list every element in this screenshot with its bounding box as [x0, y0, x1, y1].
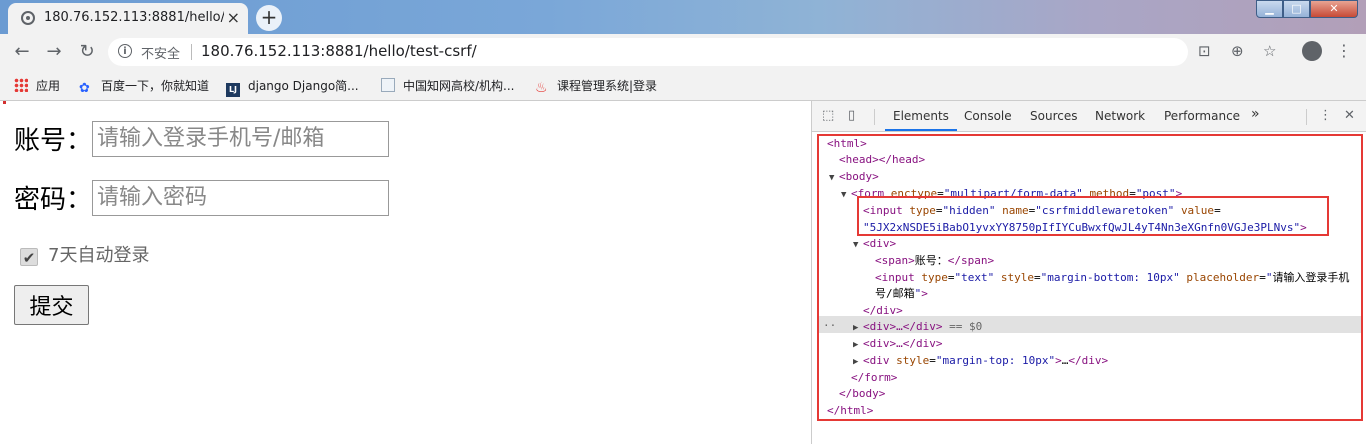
bookmark-django[interactable]: LJ django Django简...	[226, 77, 359, 97]
profile-avatar-icon[interactable]	[1302, 41, 1322, 61]
browser-tab[interactable]: 180.76.152.113:8881/hello/test-csrf/ ×	[8, 3, 248, 34]
node-menu-dots[interactable]: ··	[823, 318, 836, 335]
minimize-icon[interactable]: ▁	[1256, 0, 1283, 18]
browser-menu-icon[interactable]: ⋮	[1336, 41, 1352, 60]
back-arrow-icon[interactable]: ←	[10, 40, 34, 64]
collapsed-triangle-icon[interactable]: ▶	[853, 354, 863, 371]
reload-icon[interactable]: ↻	[75, 40, 99, 64]
password-row: 密码：	[14, 179, 390, 216]
devtools-toolbar: ⬚ ▯ Elements Console Sources Network Per…	[812, 101, 1366, 132]
page-icon	[381, 78, 395, 92]
bookmark-baidu[interactable]: ✿ 百度一下，你就知道	[79, 77, 209, 96]
expand-triangle-icon[interactable]: ▼	[853, 237, 863, 254]
dom-node-div-close[interactable]: </div>	[863, 303, 903, 320]
bookmark-apps[interactable]: 应用	[14, 77, 60, 94]
tab-performance[interactable]: Performance	[1164, 109, 1240, 123]
remember-checkbox[interactable]: ✔	[20, 248, 38, 267]
bookmark-label: 中国知网高校/机构...	[403, 79, 515, 93]
bookmarks-bar: 应用 ✿ 百度一下，你就知道 LJ django Django简... 中国知网高校…	[0, 70, 1366, 101]
devtools-menu-icon[interactable]: ⋮	[1319, 108, 1332, 123]
tab-console[interactable]: Console	[964, 109, 1012, 123]
close-window-icon[interactable]: ✕	[1310, 0, 1358, 18]
bookmark-star-icon[interactable]: ☆	[1263, 42, 1276, 60]
info-icon[interactable]: i	[118, 44, 132, 58]
url-text[interactable]: 180.76.152.113:8881/hello/test-csrf/	[201, 42, 477, 60]
divider	[191, 44, 192, 60]
dom-node-body[interactable]: ▼ <body>	[829, 169, 879, 187]
window-controls: ▁ □ ✕	[1256, 0, 1358, 20]
dom-node-div-styled[interactable]: ▶ <div style="margin-top: 10px">…</div>	[853, 353, 1108, 371]
tab-network[interactable]: Network	[1095, 109, 1145, 123]
dom-node-span[interactable]: <span>账号：</span>	[875, 253, 994, 270]
security-status[interactable]: 不安全	[141, 43, 180, 62]
submit-button[interactable]: 提交	[14, 285, 89, 325]
dom-node-div-collapsed[interactable]: ▶ <div>…</div>	[853, 336, 942, 354]
dom-node-div[interactable]: ▼ <div>	[853, 236, 896, 254]
new-tab-button[interactable]: +	[256, 5, 282, 31]
device-toolbar-icon[interactable]: ▯	[848, 108, 855, 123]
password-input[interactable]	[92, 179, 390, 216]
tab-sources[interactable]: Sources	[1030, 109, 1077, 123]
csrf-token-highlight-box	[857, 196, 1329, 236]
tab-title: 180.76.152.113:8881/hello/test-csrf/	[44, 10, 224, 25]
bookmark-label: 应用	[36, 79, 61, 93]
account-label: 账号：	[14, 126, 93, 156]
bookmark-course-system[interactable]: ♨ 课程管理系统|登录	[535, 77, 657, 95]
collapsed-triangle-icon[interactable]: ▶	[853, 337, 863, 354]
more-tabs-icon[interactable]: »	[1251, 106, 1260, 122]
account-input[interactable]	[92, 120, 390, 157]
dom-node-text-input[interactable]: <input type="text" style="margin-bottom:…	[875, 270, 1349, 287]
remember-row: ✔ 7天自动登录	[20, 241, 149, 267]
placeholder-continuation[interactable]: 号/邮箱">	[875, 286, 928, 303]
baidu-paw-icon: ✿	[79, 81, 90, 96]
remember-label: 7天自动登录	[48, 245, 150, 266]
devtools-close-icon[interactable]: ✕	[1344, 108, 1355, 123]
maximize-icon[interactable]: □	[1283, 0, 1310, 18]
account-row: 账号：	[14, 120, 390, 157]
dom-node-div-selected[interactable]: ▶ <div>…</div> == $0	[853, 319, 982, 337]
devtools-panel: ⬚ ▯ Elements Console Sources Network Per…	[811, 101, 1366, 444]
dom-tree: ·· <html> <head></head> ▼ <body> ▼ <form e…	[817, 134, 1363, 421]
dom-node-html-close[interactable]: </html>	[827, 403, 873, 420]
dom-node-head[interactable]: <head></head>	[839, 152, 925, 169]
tab-close-button[interactable]: ×	[227, 8, 240, 28]
browser-toolbar: ← → ↻ i 不安全 180.76.152.113:8881/hello/te…	[0, 34, 1366, 70]
forward-arrow-icon[interactable]: →	[42, 40, 66, 64]
collapsed-triangle-icon[interactable]: ▶	[853, 320, 863, 337]
bookmark-label: 百度一下，你就知道	[101, 79, 210, 93]
flame-icon: ♨	[535, 80, 548, 96]
dom-node-body-close[interactable]: </body>	[839, 386, 885, 403]
divider	[874, 109, 875, 125]
zoom-icon[interactable]: ⊕	[1231, 42, 1244, 60]
translate-icon[interactable]: ⊡	[1198, 42, 1211, 60]
dom-node-form-close[interactable]: </form>	[851, 370, 897, 387]
page-content: 账号： 密码： ✔ 7天自动登录 提交	[0, 101, 811, 444]
globe-icon	[21, 11, 35, 25]
page-marker	[3, 101, 6, 104]
lj-logo-icon: LJ	[226, 83, 240, 97]
bookmark-label: django Django简...	[248, 79, 359, 93]
expand-triangle-icon[interactable]: ▼	[829, 170, 839, 187]
divider	[1306, 109, 1307, 125]
title-bar: 180.76.152.113:8881/hello/test-csrf/ × +…	[0, 0, 1366, 34]
inspect-element-icon[interactable]: ⬚	[822, 108, 834, 123]
dom-node-html[interactable]: <html>	[827, 136, 867, 153]
apps-grid-icon	[14, 78, 28, 92]
bookmark-cnki[interactable]: 中国知网高校/机构...	[381, 77, 515, 94]
bookmark-label: 课程管理系统|登录	[557, 79, 658, 93]
tab-elements[interactable]: Elements	[885, 109, 957, 131]
address-bar[interactable]: i 不安全 180.76.152.113:8881/hello/test-csr…	[108, 38, 1276, 66]
password-label: 密码：	[14, 185, 93, 215]
expand-triangle-icon[interactable]: ▼	[841, 187, 851, 204]
